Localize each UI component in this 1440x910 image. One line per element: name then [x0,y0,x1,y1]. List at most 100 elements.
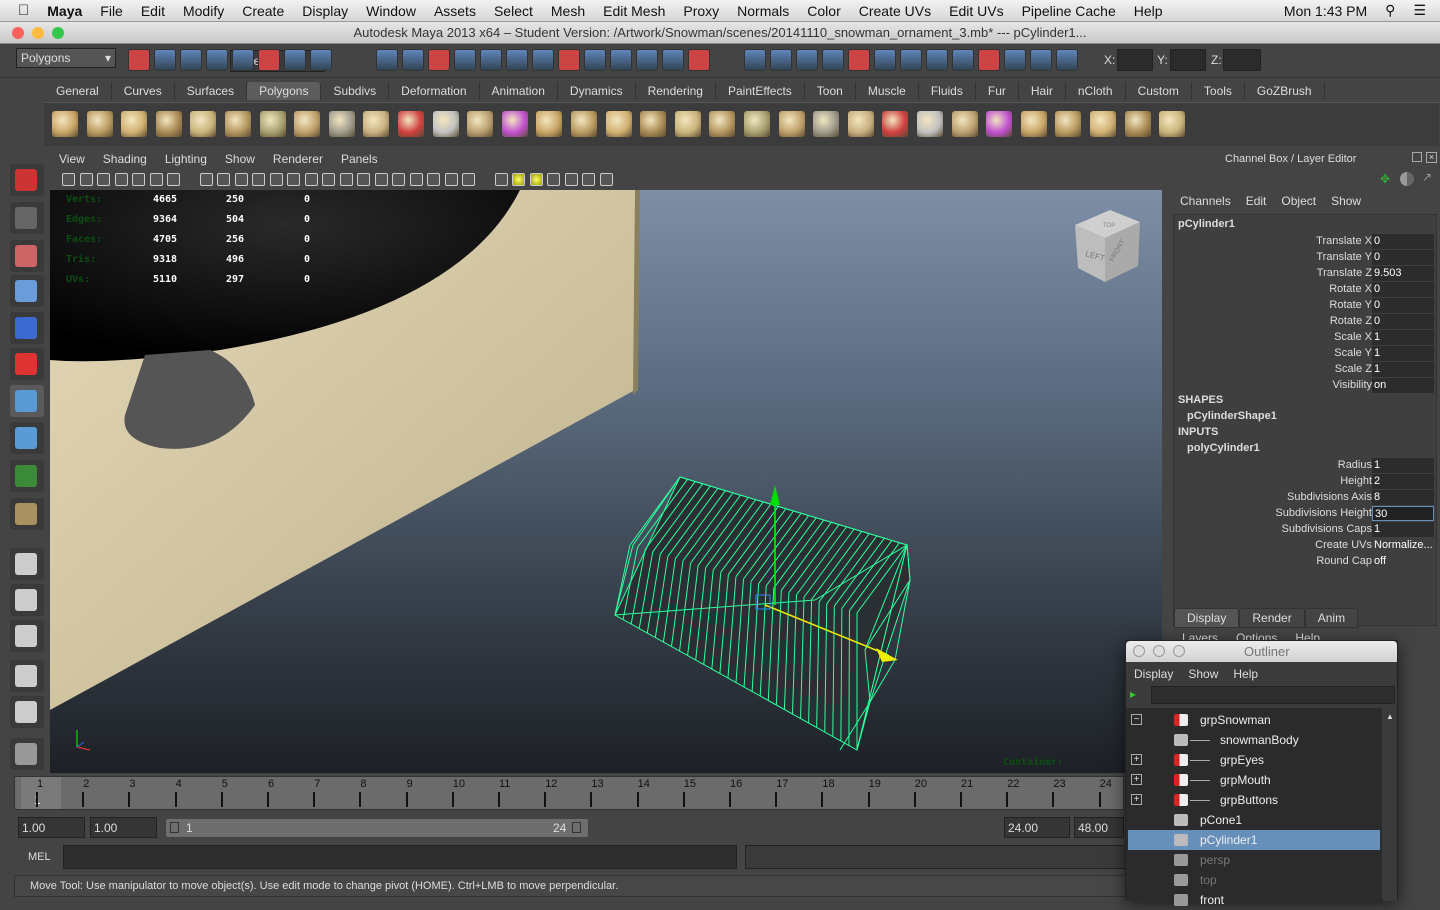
shelf-tool-icon[interactable] [225,111,251,137]
outliner-search[interactable] [1151,686,1395,704]
outliner-item[interactable]: pCone1 [1128,810,1380,830]
viewport-tool-icon[interactable] [114,173,128,186]
viewport-tool-icon[interactable] [462,173,475,186]
shelf-tool-icon[interactable] [398,111,424,137]
object-name[interactable]: pCylinder1 [1178,218,1235,230]
channel-row[interactable]: Scale Z1 [1174,362,1436,378]
shelf-tab-animation[interactable]: Animation [479,82,558,100]
tool-button[interactable] [10,240,44,272]
channel-row[interactable]: Height 2 [1174,474,1436,490]
viewport[interactable]: LEFT FRONT TOP Verts: 4665 250 0 Edges: 9364 5… [50,190,1162,773]
viewport-tool-icon[interactable] [217,173,230,186]
outliner-scrollbar[interactable]: ▲ [1383,708,1397,901]
channel-value[interactable]: 1 [1372,458,1434,473]
layer-menu-options[interactable]: Options [1236,631,1277,640]
menu-help[interactable]: Help [1134,3,1163,19]
layout-button[interactable] [10,696,44,728]
layout-button[interactable] [10,584,44,616]
outliner-item[interactable]: + grpEyes [1128,750,1380,770]
shelf-tool-icon[interactable] [1124,111,1151,137]
layer-tab-anim[interactable]: Anim [1304,608,1359,628]
channel-value[interactable]: 1 [1372,362,1434,377]
shelf-tab-deformation[interactable]: Deformation [389,82,480,100]
input-name[interactable]: polyCylinder1 [1187,442,1260,454]
shelf-tool-icon[interactable] [744,111,770,137]
viewport-tool-icon[interactable] [269,173,283,186]
outliner-item[interactable]: − grpSnowman [1128,710,1380,730]
status-tool-icon[interactable] [284,49,306,71]
menu-file[interactable]: File [100,3,123,19]
outliner-item[interactable]: front [1128,890,1380,910]
shelf-tool-icon[interactable] [640,111,667,137]
status-tool-icon[interactable] [180,49,202,71]
layer-tab-display[interactable]: Display [1174,608,1240,628]
shelf-tab-gozbrush[interactable]: GoZBrush [1244,82,1325,100]
viewport-tool-icon[interactable] [547,173,560,186]
shelf-tool-icon[interactable] [259,111,286,137]
shelf-tab-custom[interactable]: Custom [1125,82,1192,100]
status-tool-icon[interactable] [1056,49,1078,71]
viewport-tool-icon[interactable] [252,173,265,186]
channel-value[interactable]: 2 [1372,474,1434,489]
status-tool-icon[interactable] [636,49,658,71]
viewport-tool-icon[interactable] [132,173,145,186]
z-input[interactable] [1223,49,1261,71]
channel-row[interactable]: Subdivisions Height 30 [1174,506,1436,522]
viewport-tool-icon[interactable] [304,173,318,186]
outliner-close-button[interactable] [1133,645,1145,657]
viewport-tool-icon[interactable] [409,173,423,186]
status-tool-icon[interactable] [874,49,896,71]
shelf-tool-icon[interactable] [986,111,1013,137]
channel-value[interactable]: 1 [1372,330,1434,345]
tool-button[interactable] [10,275,44,307]
channel-row[interactable]: Radius 1 [1174,458,1436,474]
channel-value[interactable]: 8 [1372,490,1434,505]
channel-menu-object[interactable]: Object [1281,194,1316,208]
tool-button[interactable] [10,460,44,492]
channel-row[interactable]: Visibility on [1174,378,1436,394]
manipulator-y-arrow[interactable] [770,485,780,505]
viewport-tool-icon[interactable] [287,173,300,186]
y-input[interactable] [1170,49,1206,71]
viewport-tool-icon[interactable] [97,173,110,186]
status-tool-icon[interactable] [480,49,502,71]
shelf-tool-icon[interactable] [155,111,182,137]
menu-edit[interactable]: Edit [141,3,165,19]
channel-value[interactable]: 0 [1372,298,1434,313]
shape-name[interactable]: pCylinderShape1 [1187,410,1277,422]
layer-tab-render[interactable]: Render [1239,608,1305,628]
start-time-field[interactable]: 1.00 [18,817,85,838]
viewport-tool-icon[interactable] [494,173,508,186]
status-tool-icon[interactable] [128,49,150,71]
viewport-menu-shading[interactable]: Shading [103,152,147,170]
shelf-tab-polygons[interactable]: Polygons [247,82,322,100]
shelf-tool-icon[interactable] [951,111,978,137]
channel-value[interactable]: 9.503 [1372,266,1434,281]
shelf-tool-icon[interactable] [882,111,909,137]
menu-normals[interactable]: Normals [737,3,789,19]
outliner-item[interactable]: pCylinder1 [1128,830,1380,850]
channel-value[interactable]: 0 [1372,314,1434,329]
list-icon[interactable]: ☰ [1413,2,1426,19]
shelf-tool-icon[interactable] [847,111,874,137]
channel-row[interactable]: Rotate Y0 [1174,298,1436,314]
collapse-icon[interactable]: − [1131,714,1142,725]
viewport-menu-show[interactable]: Show [225,152,255,170]
shelf-tab-general[interactable]: General [44,82,112,100]
channel-value[interactable]: 0 [1372,282,1434,297]
viewport-tool-icon[interactable] [599,173,613,186]
channel-row[interactable]: Translate X0 [1174,234,1436,250]
tool-button[interactable] [10,422,44,454]
shelf-tool-icon[interactable] [674,111,701,137]
filter-icon[interactable]: ▸ [1130,687,1136,701]
time-slider[interactable]: 1 12345678910111213141516171819202122232… [14,776,1124,810]
layout-button[interactable] [10,738,44,770]
menu-modify[interactable]: Modify [183,3,224,19]
viewport-tool-icon[interactable] [357,173,370,186]
shelf-tool-icon[interactable] [86,111,113,137]
viewport-tool-icon[interactable] [62,173,75,186]
shelf-tool-icon[interactable] [1159,111,1186,137]
channel-value[interactable]: 0 [1372,234,1434,249]
x-input[interactable] [1117,49,1153,71]
status-tool-icon[interactable] [506,49,528,71]
